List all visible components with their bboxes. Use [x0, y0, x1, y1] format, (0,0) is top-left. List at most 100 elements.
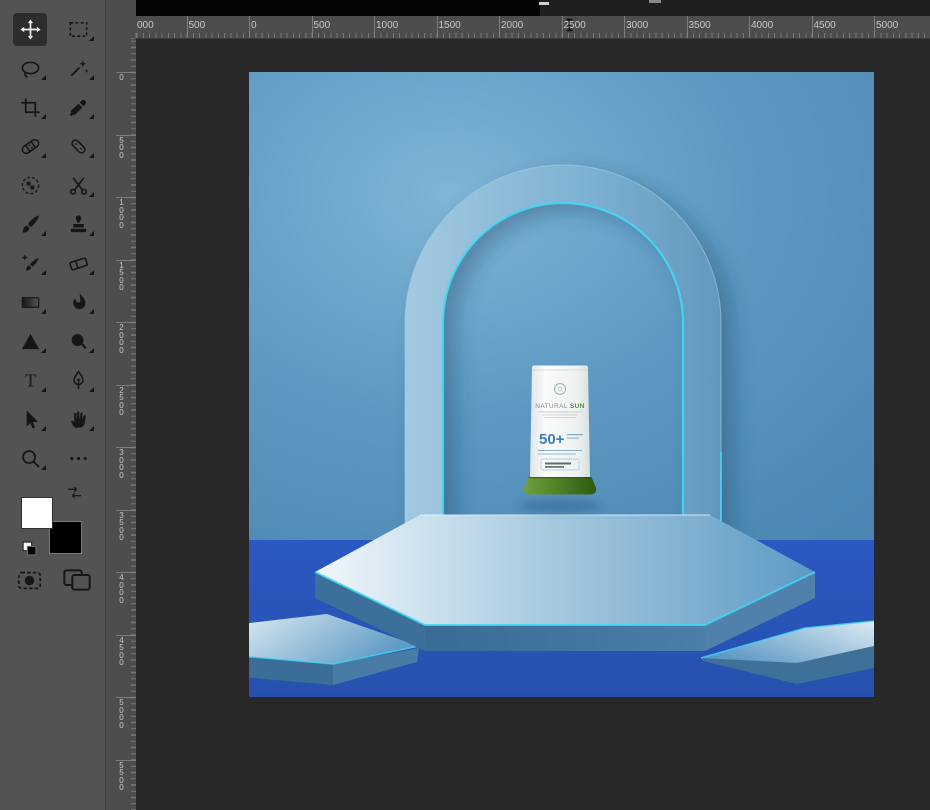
dodge-tool[interactable] [54, 322, 102, 361]
hruler-label: 5000 [876, 20, 899, 31]
move-tool[interactable] [6, 10, 54, 49]
top-bar [135, 0, 930, 16]
hruler-label: 1000 [376, 20, 399, 31]
crop-tool[interactable] [6, 88, 54, 127]
hruler-label: 500 [188, 20, 206, 31]
flyout-indicator [41, 231, 46, 236]
vruler-label: 5000 [119, 698, 124, 730]
flyout-indicator [41, 387, 46, 392]
quick-mask-button[interactable] [15, 567, 44, 594]
background-color-swatch[interactable] [49, 521, 82, 554]
tool-palette: T [0, 0, 105, 810]
clone-stamp-tool[interactable] [54, 205, 102, 244]
patch-tool[interactable] [54, 127, 102, 166]
type-tool[interactable]: T [6, 361, 54, 400]
vertical-ruler: 0 500 1000 1500 2000 2500 3000 3500 4000 4500 5000… [105, 0, 136, 810]
flyout-indicator [89, 75, 94, 80]
hruler-major-tick [874, 16, 875, 38]
smudge-tool[interactable] [54, 283, 102, 322]
tab-hint [539, 2, 549, 5]
hruler-major-tick [186, 16, 188, 38]
flyout-indicator [89, 348, 94, 353]
pen-tool[interactable] [54, 361, 102, 400]
vruler-label: 500 [119, 135, 124, 160]
hruler-label: 000 [137, 20, 154, 31]
vruler-label: 1500 [119, 260, 124, 292]
vruler-label: 2000 [119, 323, 124, 355]
horizontal-ruler: 000 500 0 500 1000 1500 2000 2500 3000 3500 4000 45… [135, 16, 930, 39]
hruler-label: 500 [313, 20, 331, 31]
flyout-indicator [89, 36, 94, 41]
hruler-major-tick [561, 16, 563, 38]
eyedropper-tool[interactable] [54, 88, 102, 127]
hruler-label: 0 [251, 20, 257, 31]
flyout-indicator [89, 309, 94, 314]
hruler-major-tick [624, 16, 625, 38]
eraser-tool[interactable] [54, 244, 102, 283]
vruler-label: 4000 [119, 573, 124, 605]
hruler-label: 1500 [438, 20, 461, 31]
flyout-indicator [41, 114, 46, 119]
vruler-label: 3000 [119, 448, 124, 480]
canvas-document[interactable]: NATURAL SUN 50+ [249, 72, 874, 697]
hand-tool[interactable] [54, 400, 102, 439]
tab-hint [649, 0, 661, 3]
flyout-indicator [89, 270, 94, 275]
magic-wand-tool[interactable] [54, 49, 102, 88]
swap-colors-icon[interactable] [66, 484, 83, 501]
hruler-major-tick [499, 16, 500, 38]
hruler-major-tick [436, 16, 438, 38]
flyout-indicator [41, 465, 46, 470]
default-colors-icon[interactable] [21, 540, 38, 557]
mixer-brush-tool[interactable] [6, 244, 54, 283]
flyout-indicator [89, 153, 94, 158]
flyout-indicator [41, 426, 46, 431]
podium [314, 514, 816, 651]
hruler-label: 2000 [501, 20, 524, 31]
vruler-label: 2500 [119, 385, 124, 417]
gradient-tool[interactable] [6, 283, 54, 322]
hruler-major-tick [686, 16, 688, 38]
vertical-ruler-minor-ticks [131, 38, 136, 810]
lasso-tool[interactable] [6, 49, 54, 88]
hruler-label: 2500 [563, 20, 586, 31]
flyout-indicator [89, 231, 94, 236]
spf-text: 50+ [539, 431, 565, 448]
healing-brush-tool[interactable] [6, 127, 54, 166]
scissors-tool[interactable] [54, 166, 102, 205]
hruler-label: 4000 [751, 20, 774, 31]
vruler-label: 0 [119, 73, 124, 82]
rectangular-marquee-tool[interactable] [54, 10, 102, 49]
brand-text: NATURAL SUN [535, 403, 585, 410]
tools-grid: T [6, 10, 102, 478]
flyout-indicator [89, 426, 94, 431]
hruler-major-tick [249, 16, 250, 38]
zoom-tool[interactable] [6, 439, 54, 478]
paintbrush-tool[interactable] [6, 205, 54, 244]
hruler-major-tick [811, 16, 813, 38]
foreground-color-swatch[interactable] [21, 497, 53, 529]
canvas-area: NATURAL SUN 50+ [135, 38, 930, 810]
tube-cap [523, 477, 597, 495]
pattern-select-tool[interactable] [6, 166, 54, 205]
vruler-label: 5500 [119, 760, 124, 792]
path-select-tool[interactable] [6, 400, 54, 439]
hruler-major-tick [374, 16, 375, 38]
hruler-major-tick [311, 16, 313, 38]
screen-mode-button[interactable] [61, 563, 93, 595]
flyout-indicator [41, 309, 46, 314]
shape-tool[interactable] [6, 322, 54, 361]
hruler-major-tick [749, 16, 750, 38]
flyout-indicator [89, 387, 94, 392]
flyout-indicator [41, 153, 46, 158]
hruler-label: 3500 [688, 20, 711, 31]
tube-body [530, 365, 590, 477]
flyout-indicator [89, 192, 94, 197]
more-tools[interactable] [54, 439, 102, 478]
flyout-indicator [41, 348, 46, 353]
flyout-indicator [41, 270, 46, 275]
vruler-label: 3500 [119, 510, 124, 542]
top-bar-dark-segment [135, 0, 540, 16]
vruler-label: 4500 [119, 635, 124, 667]
svg-text:T: T [24, 371, 35, 391]
